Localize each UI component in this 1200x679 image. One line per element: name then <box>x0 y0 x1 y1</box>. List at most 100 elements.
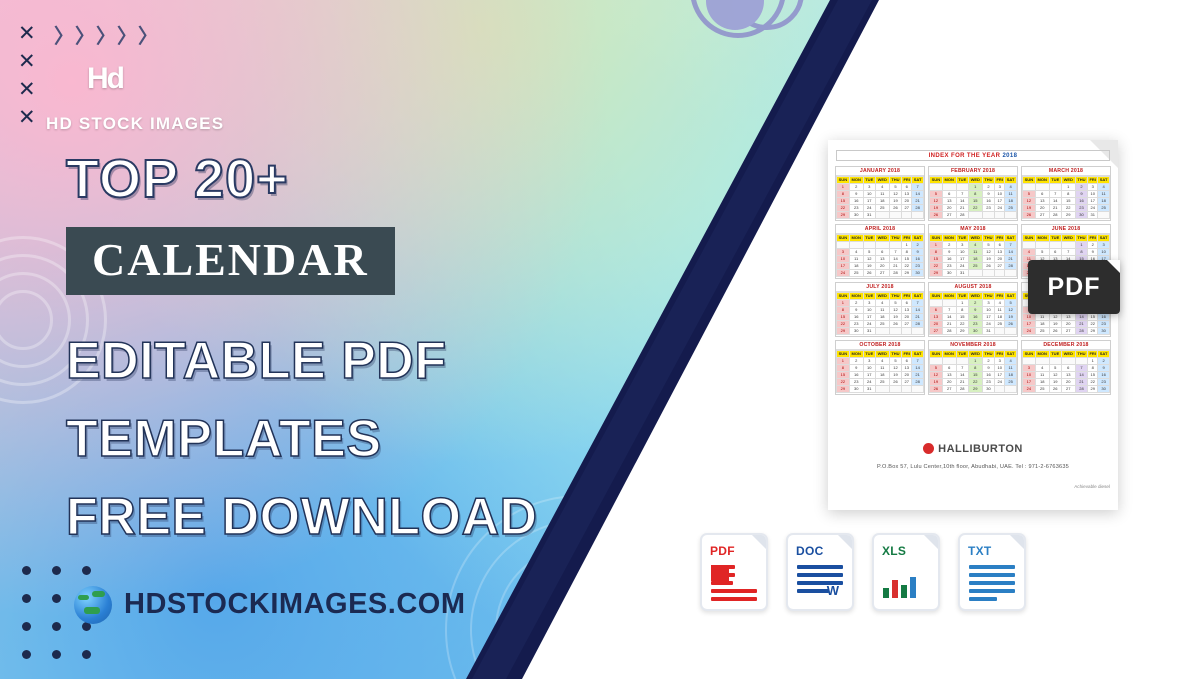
calendar-day-cell: 28 <box>941 327 957 335</box>
calendar-day-cell: 5 <box>1034 248 1050 256</box>
calendar-day-cell: 9 <box>848 190 864 198</box>
calendar-day-cell: 2 <box>967 299 983 307</box>
calendar-day-cell: 16 <box>981 371 996 379</box>
website-url[interactable]: HDSTOCKIMAGES.COM <box>124 588 465 621</box>
calendar-day-cell: 12 <box>888 306 903 314</box>
xls-file-icon[interactable]: XLS <box>872 533 940 611</box>
doc-file-icon[interactable]: DOC W <box>786 533 854 611</box>
calendar-day-cell: 23 <box>1097 378 1110 386</box>
calendar-day-cell: 2 <box>981 183 996 191</box>
headline-line-1: EDITABLE PDF TEMPLATES <box>65 331 447 469</box>
weekday-header: SAT <box>1097 176 1110 184</box>
weekday-header: TUE <box>1048 176 1062 184</box>
calendar-day-cell: 25 <box>1004 378 1017 386</box>
dogear-icon <box>1010 535 1024 549</box>
calendar-day-cell: 27 <box>901 204 913 212</box>
calendar-day-cell: 13 <box>941 197 957 205</box>
calendar-day-cell <box>1060 357 1076 365</box>
weekday-header: SAT <box>1004 350 1017 358</box>
weekday-header: SAT <box>1097 350 1110 358</box>
calendar-day-cell: 5 <box>929 190 943 198</box>
pdf-file-icon[interactable]: PDF <box>700 533 768 611</box>
calendar-day-cell: 28 <box>1048 211 1062 219</box>
calendar-day-cell <box>929 357 943 365</box>
calendar-day-cell: 31 <box>1087 211 1099 219</box>
calendar-day-cell: 30 <box>981 385 996 393</box>
calendar-day-cell: 24 <box>862 320 876 328</box>
calendar-day-cell: 30 <box>1097 327 1110 335</box>
calendar-day-cell: 15 <box>901 255 913 263</box>
calendar-day-cell: 3 <box>1022 364 1036 372</box>
calendar-month: MAY 2018 SUN MON TUE WED THU FRI SAT 1 2 3 4 5 6 7 8 9 10… <box>928 224 1018 279</box>
pdf-badge[interactable]: PDF <box>1028 260 1120 314</box>
calendar-day-cell <box>874 327 890 335</box>
calendar-month-name: DECEMBER 2018 <box>1022 341 1110 350</box>
calendar-day-cell: 29 <box>955 327 969 335</box>
calendar-day-cell: 18 <box>874 313 890 321</box>
calendar-month: NOVEMBER 2018 SUN MON TUE WED THU FRI SAT 1 2 3 4 5 6… <box>928 340 1018 395</box>
calendar-day-cell <box>888 385 903 393</box>
calendar-preview-sheet[interactable]: INDEX FOR THE YEAR 2018 JANUARY 2018 SUN M… <box>828 140 1118 510</box>
calendar-day-cell: 10 <box>836 255 850 263</box>
calendar-month-name: MAY 2018 <box>929 225 1017 234</box>
calendar-day-cell: 28 <box>911 378 924 386</box>
calendar-day-cell: 22 <box>836 320 850 328</box>
calendar-day-cell <box>874 211 890 219</box>
weekday-header: WED <box>967 292 983 300</box>
weekday-header: TUE <box>1048 234 1062 242</box>
txt-file-icon[interactable]: TXT <box>958 533 1026 611</box>
calendar-day-cell: 23 <box>848 320 864 328</box>
calendar-day-cell: 10 <box>1022 313 1036 321</box>
calendar-day-cell: 24 <box>862 378 876 386</box>
calendar-day-cell: 4 <box>1034 364 1050 372</box>
calendar-month-name: AUGUST 2018 <box>929 283 1017 292</box>
calendar-day-cell: 9 <box>981 190 996 198</box>
calendar-day-cell: 5 <box>1022 190 1036 198</box>
calendar-day-cell: 14 <box>1004 248 1017 256</box>
calendar-company-row: HALLIBURTON <box>828 440 1118 458</box>
calendar-month: FEBRUARY 2018 SUN MON TUE WED THU FRI SAT 1 2 3 4 5 6… <box>928 166 1018 221</box>
weekday-header: TUE <box>862 176 876 184</box>
calendar-day-cell: 25 <box>1034 385 1050 393</box>
calendar-day-cell: 1 <box>955 299 969 307</box>
pdf-file-label: PDF <box>710 544 735 558</box>
calendar-day-cell <box>1034 183 1050 191</box>
weekday-header: FRI <box>994 176 1006 184</box>
weekday-header: THU <box>888 234 903 242</box>
calendar-day-cell <box>1022 357 1036 365</box>
weekday-header: FRI <box>994 350 1006 358</box>
calendar-day-cell: 29 <box>836 211 850 219</box>
calendar-day-cell: 12 <box>1004 306 1017 314</box>
calendar-day-cell: 19 <box>862 262 876 270</box>
calendar-day-cell: 22 <box>836 204 850 212</box>
calendar-day-cell <box>901 327 913 335</box>
calendar-day-cell: 23 <box>967 320 983 328</box>
calendar-day-cell: 14 <box>911 306 924 314</box>
calendar-day-cell: 7 <box>911 183 924 191</box>
calendar-day-cell: 5 <box>1004 299 1017 307</box>
x-mark-icon: ✕ <box>18 22 36 45</box>
calendar-day-cell: 16 <box>941 255 957 263</box>
calendar-day-cell: 30 <box>941 269 957 277</box>
calendar-day-cell: 6 <box>929 306 943 314</box>
weekday-header: TUE <box>955 350 969 358</box>
calendar-day-cell: 22 <box>929 262 943 270</box>
calendar-day-cell <box>1048 183 1062 191</box>
calendar-day-cell: 22 <box>1087 378 1099 386</box>
weekday-header: MON <box>1034 176 1050 184</box>
file-type-icons: PDF DOC W XLS TXT <box>700 533 1026 611</box>
calendar-day-cell <box>888 241 903 249</box>
calendar-day-cell: 21 <box>1004 255 1017 263</box>
calendar-day-cell: 14 <box>1074 371 1089 379</box>
calendar-day-cell: 28 <box>911 204 924 212</box>
calendar-day-cell: 26 <box>888 320 903 328</box>
calendar-day-cell: 30 <box>848 385 864 393</box>
calendar-day-cell: 2 <box>911 241 924 249</box>
calendar-day-cell: 18 <box>1034 320 1050 328</box>
dot <box>22 594 31 603</box>
calendar-day-cell: 8 <box>1060 190 1076 198</box>
dot <box>1122 18 1129 25</box>
calendar-day-cell: 19 <box>1048 320 1062 328</box>
calendar-day-cell: 25 <box>1097 204 1110 212</box>
calendar-day-cell: 18 <box>1097 197 1110 205</box>
